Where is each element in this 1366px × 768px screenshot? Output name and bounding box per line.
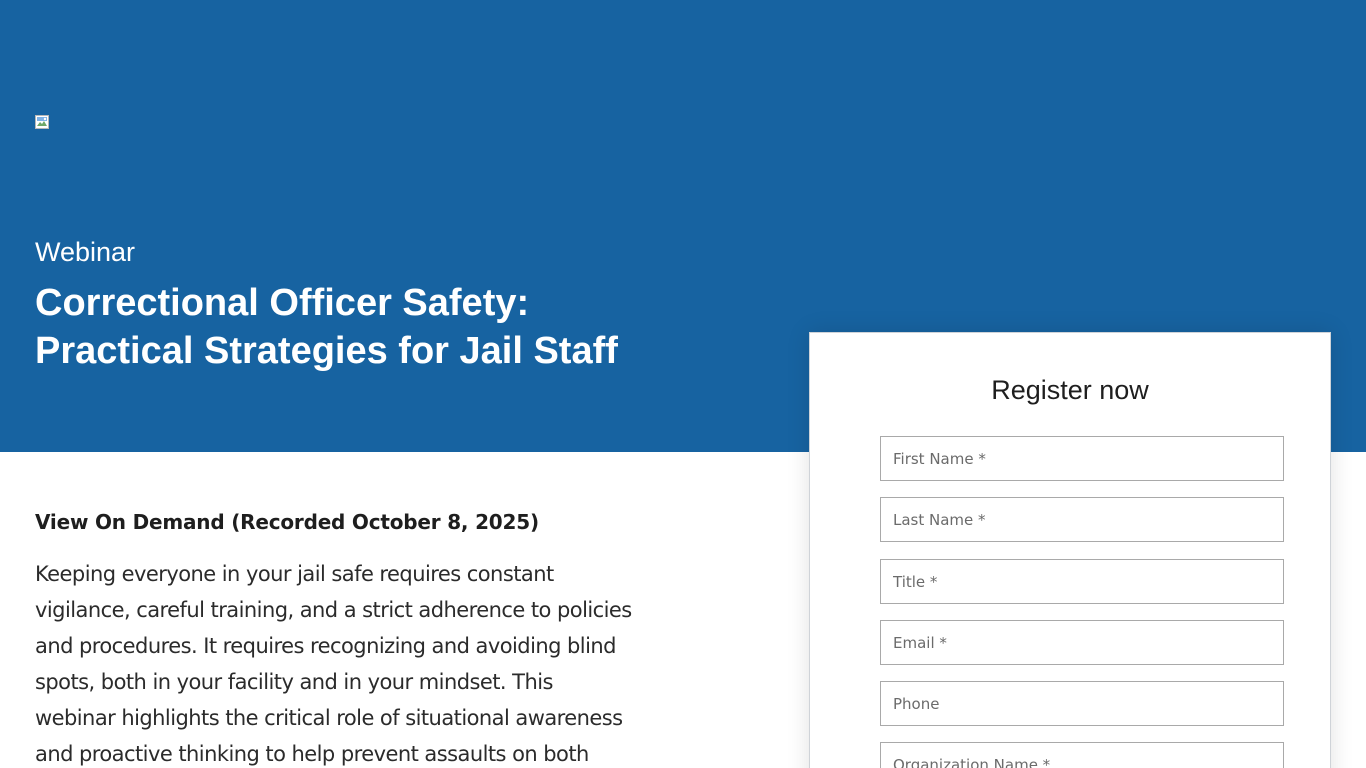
description-paragraph: Keeping everyone in your jail safe requi… <box>35 556 675 768</box>
broken-image-logo-icon <box>35 115 49 129</box>
first-name-field[interactable] <box>880 436 1284 481</box>
description-line: and procedures. It requires recognizing … <box>35 634 616 658</box>
page-title-line: Correctional Officer Safety: <box>35 282 530 324</box>
page-title-line: Practical Strategies for Jail Staff <box>35 330 618 372</box>
email-field[interactable] <box>880 620 1284 665</box>
title-field[interactable] <box>880 559 1284 604</box>
phone-field[interactable] <box>880 681 1284 726</box>
on-demand-heading: View On Demand (Recorded October 8, 2025… <box>35 510 539 534</box>
page-title: Correctional Officer Safety: Practical S… <box>35 279 618 375</box>
description-line: Keeping everyone in your jail safe requi… <box>35 562 554 586</box>
page: Webinar Correctional Officer Safety: Pra… <box>0 0 1366 768</box>
description-line: and proactive thinking to help prevent a… <box>35 742 589 766</box>
organization-name-field[interactable] <box>880 742 1284 768</box>
description-line: vigilance, careful training, and a stric… <box>35 598 632 622</box>
description-line: webinar highlights the critical role of … <box>35 706 623 730</box>
webinar-label: Webinar <box>35 237 136 267</box>
registration-form: Register now <box>809 332 1331 768</box>
description-line: spots, both in your facility and in your… <box>35 670 553 694</box>
last-name-field[interactable] <box>880 497 1284 542</box>
form-title: Register now <box>991 375 1149 405</box>
